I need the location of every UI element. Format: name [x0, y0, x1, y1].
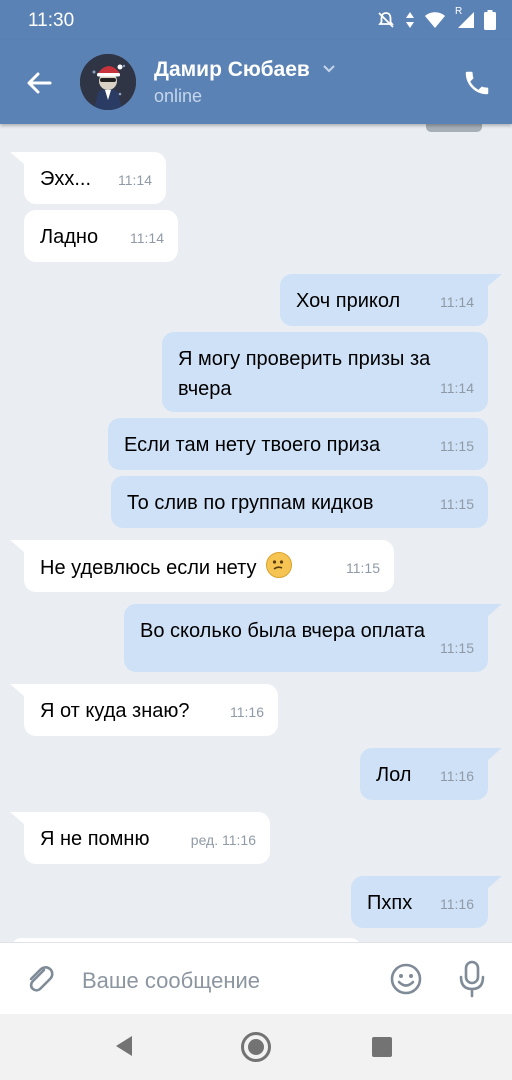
nav-back-icon[interactable]: [112, 1034, 136, 1058]
date-badge: [426, 124, 482, 132]
message-time: 11:15: [440, 496, 474, 512]
message-time: 11:15: [440, 438, 474, 454]
roaming-label: R: [455, 6, 463, 17]
phone-icon[interactable]: [462, 68, 492, 98]
message-time: 11:14: [440, 380, 474, 396]
message-time: 11:16: [230, 704, 264, 720]
message-text: Эхх...: [40, 168, 92, 190]
message-time: ред. 11:16: [190, 832, 256, 848]
battery-icon: [484, 10, 496, 30]
message-text: Я не помню: [40, 828, 150, 850]
message-time: 11:14: [130, 230, 164, 246]
paperclip-icon[interactable]: [22, 961, 58, 997]
message-outgoing[interactable]: То слив по группам кидков 11:15: [111, 476, 488, 528]
message-text: Хоч прикол: [296, 290, 401, 312]
message-time: 11:16: [440, 896, 474, 912]
message-text: Если там нету твоего приза: [124, 434, 381, 456]
message-text-line2: вчера: [178, 378, 232, 400]
message-incoming[interactable]: Ладно 11:14: [24, 210, 178, 262]
status-icons: R: [376, 6, 496, 30]
nav-recents-icon[interactable]: [372, 1037, 392, 1057]
message-time: 11:16: [440, 768, 474, 784]
message-text: То слив по группам кидков: [127, 492, 374, 514]
mute-icon: [378, 12, 394, 28]
emoji-icon[interactable]: [388, 961, 424, 997]
microphone-icon[interactable]: [456, 959, 488, 999]
message-input[interactable]: [80, 963, 374, 999]
message-text: Я могу проверить призы за: [178, 348, 431, 370]
status-time: 11:30: [28, 10, 75, 31]
message-time: 11:15: [346, 560, 380, 576]
message-text: Не удевлюсь если нету: [40, 557, 257, 579]
confused-face-emoji: [266, 552, 293, 578]
message-outgoing[interactable]: Лол 11:16: [360, 748, 502, 800]
message-outgoing[interactable]: Я могу проверить призы за вчера 11:14: [162, 332, 488, 412]
chat-header: Дамир Сюбаев online: [0, 40, 512, 124]
message-outgoing[interactable]: Хоч прикол 11:14: [280, 274, 502, 326]
message-outgoing[interactable]: Если там нету твоего приза 11:15: [108, 418, 488, 470]
message-text: Я от куда знаю?: [40, 700, 190, 722]
nav-home-icon[interactable]: [240, 1031, 272, 1063]
message-incoming[interactable]: Эхх... 11:14: [10, 152, 166, 204]
contact-status: online: [154, 86, 203, 106]
wifi-icon: [425, 12, 445, 28]
data-arrows-icon: [406, 12, 414, 28]
message-incoming[interactable]: Я не помню ред. 11:16: [10, 812, 270, 864]
message-time: 11:14: [118, 172, 152, 188]
message-time: 11:15: [440, 640, 474, 656]
back-arrow-icon[interactable]: [22, 66, 56, 100]
message-incoming[interactable]: Я от куда знаю? 11:16: [10, 684, 278, 736]
status-bar: 11:30 R: [0, 0, 512, 40]
message-incoming[interactable]: Не удевлюсь если нету 11:15: [10, 540, 394, 592]
message-text: Во сколько была вчера оплата: [140, 620, 426, 642]
chevron-down-icon[interactable]: [322, 64, 336, 74]
message-composer: [0, 942, 512, 1015]
message-list[interactable]: Эхх... 11:14 Ладно 11:14 Хоч прикол 11:1…: [0, 124, 512, 942]
message-text: Лол: [376, 764, 412, 786]
signal-icon: R: [455, 6, 475, 29]
message-outgoing[interactable]: Пхпх 11:16: [351, 876, 502, 928]
message-text: Пхпх: [367, 892, 413, 914]
avatar[interactable]: [80, 54, 136, 110]
message-text: Ладно: [40, 226, 99, 248]
system-nav-bar: [0, 1014, 512, 1080]
contact-name[interactable]: Дамир Сюбаев: [154, 58, 310, 82]
message-outgoing[interactable]: Во сколько была вчера оплата 11:15: [124, 604, 502, 672]
message-time: 11:14: [440, 294, 474, 310]
